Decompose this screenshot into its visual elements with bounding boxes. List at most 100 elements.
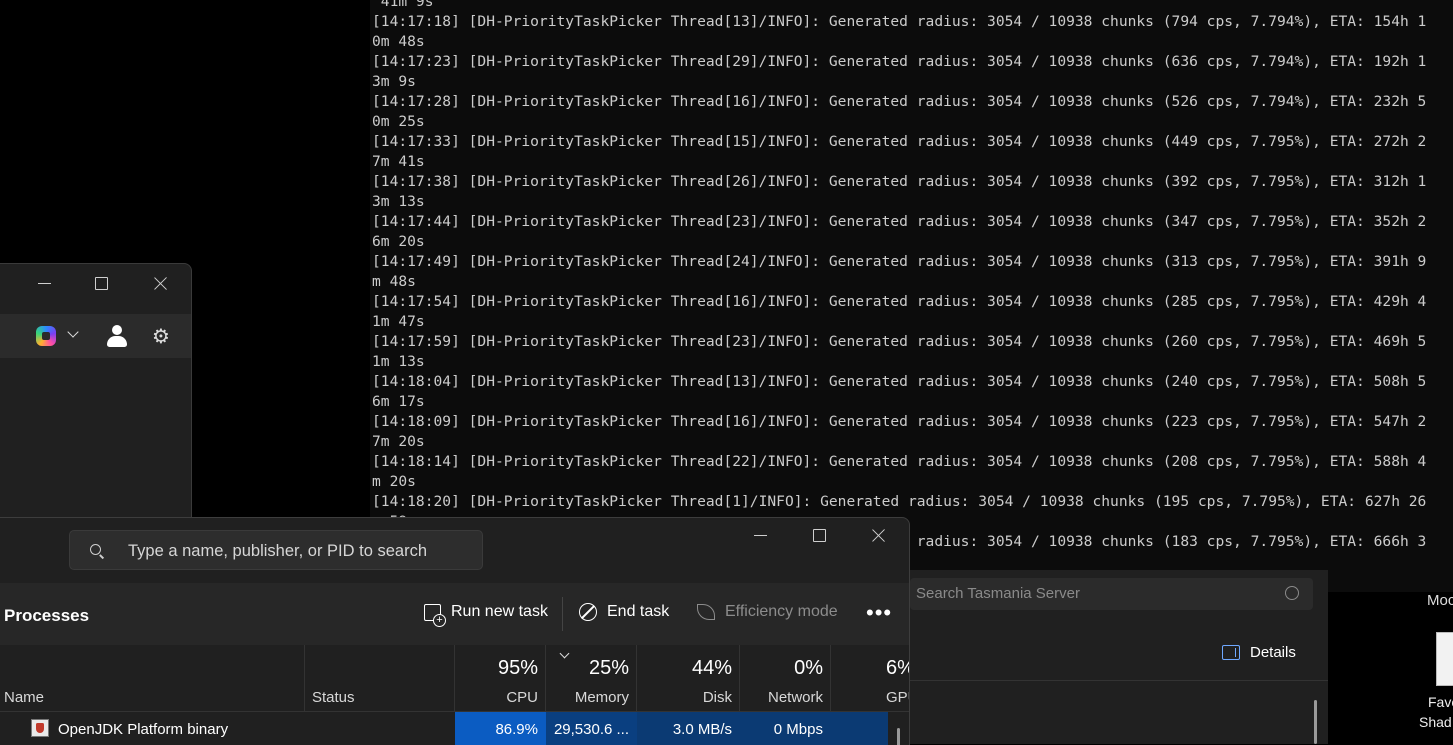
console-line: [14:17:18] [DH-PriorityTaskPicker Thread… [372,13,1427,30]
details-label: Details [1250,643,1296,661]
console-line: 3m 9s [372,73,416,90]
console-line: 1m 13s [372,353,425,370]
end-task-label: End task [607,603,670,620]
maximize-button[interactable] [810,526,830,546]
console-line: 0m 25s [372,113,425,130]
details-pane-icon [1222,644,1240,660]
console-line: [14:18:14] [DH-PriorityTaskPicker Thread… [372,453,1427,470]
console-line: [14:17:54] [DH-PriorityTaskPicker Thread… [372,293,1427,310]
column-network[interactable]: 0% Network [740,645,831,711]
memory-cell: 29,530.6 ... [546,712,637,745]
file-icon[interactable] [1436,632,1453,686]
column-gpu[interactable]: 6% GPU [831,645,909,711]
console-window[interactable]: 41m 9s [14:17:18] [DH-PriorityTaskPicker … [370,0,1453,592]
end-task-button[interactable]: End task [579,603,669,621]
java-icon [31,719,49,737]
console-line: [14:17:59] [DH-PriorityTaskPicker Thread… [372,333,1427,350]
run-new-task-button[interactable]: Run new task [424,603,548,627]
desktop-file-label[interactable]: Fave [1428,694,1453,710]
console-line: [14:17:28] [DH-PriorityTaskPicker Thread… [372,93,1427,110]
divider [910,680,1328,681]
console-line: [14:17:49] [DH-PriorityTaskPicker Thread… [372,253,1427,270]
minimize-icon [754,535,767,536]
column-memory[interactable]: 25% Memory [546,645,637,711]
disk-label: Disk [702,689,732,706]
gpu-cell [831,712,888,745]
close-button[interactable] [151,274,171,294]
console-line: [14:17:38] [DH-PriorityTaskPicker Thread… [372,173,1427,190]
toolbar: ⚙ [0,314,191,358]
desktop-file-label[interactable]: Shad [1419,714,1452,730]
console-line: 6m 20s [372,233,425,250]
column-divider[interactable] [304,645,305,711]
close-button[interactable] [869,526,889,546]
console-line: 7m 20s [372,433,425,450]
minimize-icon [38,283,51,284]
cpu-cell: 86.9% [455,712,546,745]
console-line: [14:18:09] [DH-PriorityTaskPicker Thread… [372,413,1427,430]
console-output: 41m 9s [14:17:18] [DH-PriorityTaskPicker … [372,0,1453,552]
separator [562,597,563,631]
copilot-icon[interactable] [36,326,56,346]
console-line: 7m 41s [372,153,425,170]
column-header: Name Status 95% CPU 25% Memory 44% Disk … [0,645,909,712]
explorer-window: Search Tasmania Server Details [910,570,1328,744]
end-task-icon [579,603,597,621]
maximize-button[interactable] [92,274,112,294]
console-line: [14:18:04] [DH-PriorityTaskPicker Thread… [372,373,1427,390]
background-window: ⚙ [0,263,192,524]
explorer-search-placeholder: Search Tasmania Server [916,585,1080,602]
console-line: 41m 9s [372,0,434,10]
gpu-label: GPU [886,689,909,706]
network-cell: 0 Mbps [740,712,831,745]
run-task-icon [424,603,446,627]
search-icon [90,544,101,555]
console-line: [14:17:23] [DH-PriorityTaskPicker Thread… [372,53,1427,70]
cpu-percent: 95% [497,657,538,679]
maximize-icon [95,277,108,290]
memory-label: Memory [574,689,629,706]
scrollbar[interactable] [897,728,900,745]
efficiency-mode-label: Efficiency mode [725,603,838,620]
explorer-search-input[interactable]: Search Tasmania Server [910,578,1313,610]
minimize-button[interactable] [751,526,771,546]
chevron-down-icon[interactable] [67,326,79,338]
gpu-percent: 6% [886,657,909,679]
table-row[interactable]: OpenJDK Platform binary 86.9% 29,530.6 .… [0,712,909,745]
run-new-task-label: Run new task [451,603,548,620]
column-name[interactable]: Name [4,689,44,706]
disk-cell: 3.0 MB/s [637,712,740,745]
command-bar: Processes Run new task End task Efficien… [0,583,909,645]
console-line: [14:18:20] [DH-PriorityTaskPicker Thread… [372,493,1427,510]
memory-percent: 25% [588,657,629,679]
console-line: [14:17:44] [DH-PriorityTaskPicker Thread… [372,213,1427,230]
process-search[interactable] [69,530,483,571]
desktop-label: Moc [1427,592,1453,609]
leaf-icon [697,604,715,620]
details-button[interactable]: Details [1222,642,1296,662]
cpu-label: CPU [506,689,538,706]
disk-percent: 44% [691,657,732,679]
console-line: 3m 13s [372,193,425,210]
efficiency-mode-button[interactable]: Efficiency mode [697,603,838,621]
console-line: m 48s [372,273,416,290]
search-input[interactable] [126,531,470,571]
more-options-icon[interactable]: ••• [866,602,892,624]
minimize-button[interactable] [35,274,55,294]
maximize-icon [813,529,826,542]
column-disk[interactable]: 44% Disk [637,645,740,711]
network-percent: 0% [794,657,823,679]
avatar-icon[interactable] [106,325,128,347]
task-manager-window: Processes Run new task End task Efficien… [0,517,910,745]
network-label: Network [767,689,823,706]
console-line: [14:17:33] [DH-PriorityTaskPicker Thread… [372,133,1427,150]
column-cpu[interactable]: 95% CPU [455,645,546,711]
column-status[interactable]: Status [312,689,355,706]
gear-icon[interactable]: ⚙ [151,326,171,346]
scrollbar[interactable] [1314,700,1317,744]
console-line: 0m 48s [372,33,425,50]
process-name: OpenJDK Platform binary [58,721,229,738]
page-title: Processes [4,606,90,625]
search-icon [1285,586,1299,600]
console-line: 6m 17s [372,393,425,410]
